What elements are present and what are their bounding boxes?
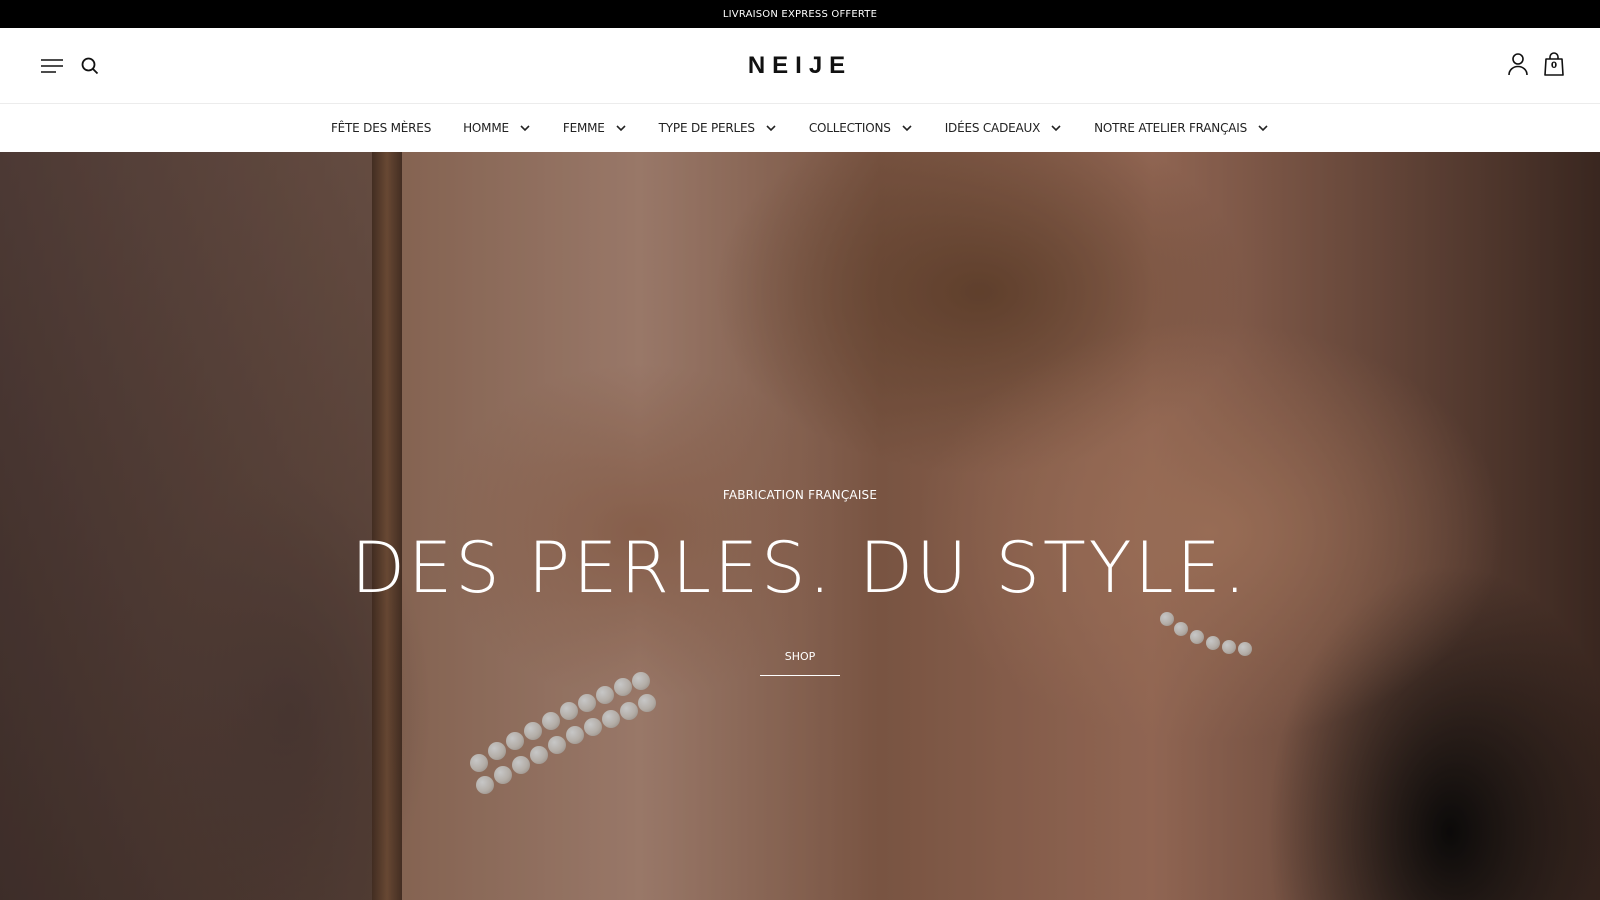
main-navigation: FÊTE DES MÈRES HOMME FEMME TYPE DE PERLE… [0,104,1600,152]
nav-item-idees-cadeaux[interactable]: IDÉES CADEAUX [929,121,1078,135]
nav-item-femme[interactable]: FEMME [547,121,643,135]
nav-item-type-de-perles[interactable]: TYPE DE PERLES [643,121,793,135]
cart-count-badge: 0 [1550,61,1558,71]
chevron-down-icon [616,125,626,132]
hero-eyebrow: FABRICATION FRANÇAISE [722,488,878,502]
nav-item-label: HOMME [463,121,509,135]
nav-item-homme[interactable]: HOMME [447,121,547,135]
header-right-tools: 0 [1504,50,1568,78]
nav-item-label: FEMME [562,121,605,135]
shop-button[interactable]: SHOP [760,650,840,676]
nav-item-label: TYPE DE PERLES [658,121,755,135]
nav-item-notre-atelier-francais[interactable]: NOTRE ATELIER FRANÇAIS [1078,121,1285,135]
nav-item-fete-des-meres[interactable]: FÊTE DES MÈRES [315,121,447,135]
hero-title: DES PERLES. DU STYLE. [351,527,1249,609]
chevron-down-icon [1051,125,1061,132]
hero-content: FABRICATION FRANÇAISE DES PERLES. DU STY… [0,488,1600,676]
brand-logo[interactable]: NEIJE [0,52,1600,80]
nav-item-collections[interactable]: COLLECTIONS [793,121,929,135]
nav-item-label: NOTRE ATELIER FRANÇAIS [1094,121,1248,135]
chevron-down-icon [1258,125,1268,132]
nav-item-label: FÊTE DES MÈRES [330,121,432,135]
site-header: NEIJE 0 [0,28,1600,104]
announcement-text: LIVRAISON EXPRESS OFFERTE [722,8,878,20]
announcement-bar: LIVRAISON EXPRESS OFFERTE [0,0,1600,28]
nav-item-label: IDÉES CADEAUX [944,121,1041,135]
user-account-icon[interactable] [1504,50,1532,78]
nav-item-label: COLLECTIONS [808,121,891,135]
chevron-down-icon [766,125,776,132]
hero-banner: FABRICATION FRANÇAISE DES PERLES. DU STY… [0,152,1600,900]
shopping-bag-icon[interactable]: 0 [1540,50,1568,78]
chevron-down-icon [520,125,530,132]
chevron-down-icon [902,125,912,132]
